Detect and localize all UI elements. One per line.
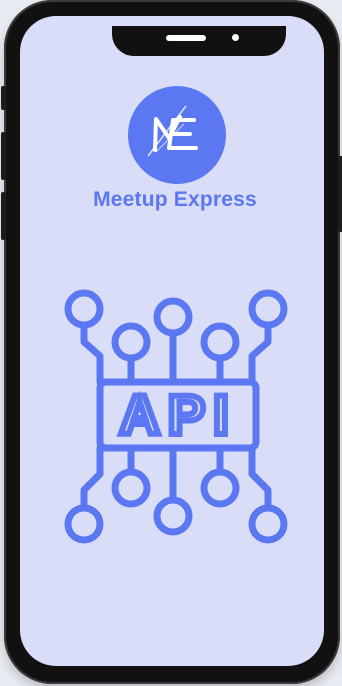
side-button-volume-up <box>1 132 6 180</box>
api-circuit-icon: API <box>64 289 288 544</box>
brand-logo: ME <box>128 86 226 184</box>
monogram-icon: ME <box>131 89 223 181</box>
front-camera <box>232 34 239 41</box>
brand-name: Meetup Express <box>93 188 257 211</box>
side-button-mute <box>1 86 6 110</box>
notch <box>112 26 286 56</box>
phone-frame: ME Meetup Express <box>1 0 342 684</box>
page: ME Meetup Express <box>0 0 342 686</box>
speaker-grille <box>166 35 206 41</box>
api-label: API <box>119 383 236 446</box>
